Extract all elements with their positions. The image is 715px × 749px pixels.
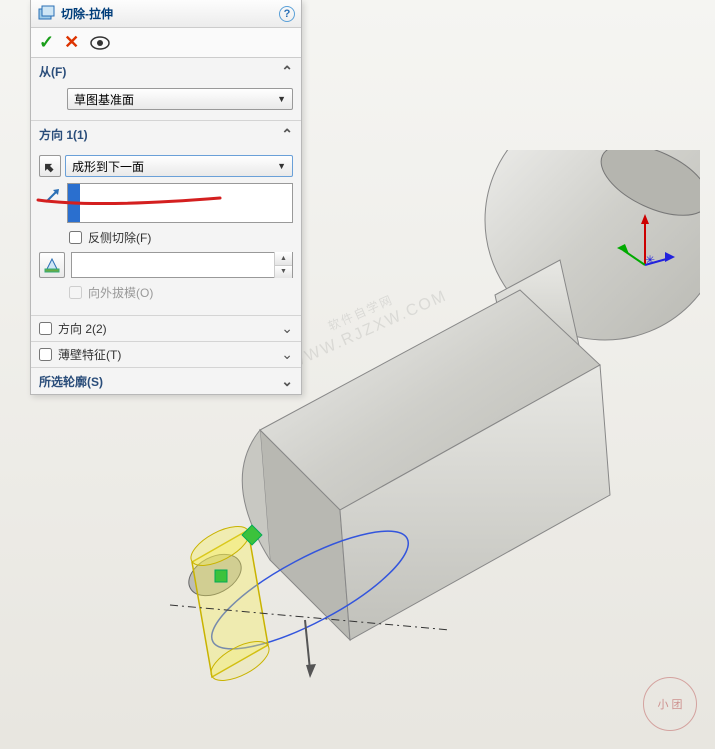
end-condition-value: 成形到下一面 — [72, 158, 144, 175]
draft-faces-input[interactable]: ▲ ▼ — [71, 252, 293, 278]
direction2-label: 方向 2(2) — [58, 320, 107, 337]
preview-toggle-icon[interactable] — [89, 35, 111, 51]
action-row: ✓ ✕ — [31, 28, 301, 58]
section-from: 从(F) ⌃ 草图基准面 ▼ — [31, 58, 301, 121]
direction-vector-icon — [43, 187, 61, 205]
spinner-up-icon[interactable]: ▲ — [275, 252, 292, 266]
thin-feature-label: 薄壁特征(T) — [58, 346, 121, 363]
draft-outward-label: 向外拔模(O) — [88, 284, 153, 301]
chevron-down-icon: ⌄ — [281, 320, 293, 337]
cancel-button[interactable]: ✕ — [64, 32, 79, 53]
from-plane-dropdown[interactable]: 草图基准面 ▼ — [67, 88, 293, 110]
section-selected-contours[interactable]: 所选轮廓(S) ⌄ — [31, 368, 301, 394]
chevron-down-icon: ⌄ — [281, 373, 293, 390]
reverse-direction-button[interactable] — [39, 155, 61, 177]
flip-side-label: 反侧切除(F) — [88, 229, 151, 246]
draft-outward-row: 向外拔模(O) — [69, 284, 293, 301]
direction2-checkbox[interactable] — [39, 322, 52, 335]
property-manager-panel: 切除-拉伸 ? ✓ ✕ 从(F) ⌃ 草图基准面 ▼ 方向 1(1) ⌃ — [30, 0, 302, 395]
draft-spinner[interactable]: ▲ ▼ — [274, 252, 292, 278]
draft-outward-checkbox — [69, 286, 82, 299]
section-from-label: 从(F) — [39, 63, 66, 80]
section-direction1-label: 方向 1(1) — [39, 126, 88, 143]
draft-icon[interactable] — [39, 252, 65, 278]
selected-contours-label: 所选轮廓(S) — [39, 373, 103, 390]
view-triad[interactable]: ✳ — [615, 210, 675, 270]
chevron-down-icon: ▼ — [277, 94, 286, 104]
chevron-down-icon: ⌄ — [281, 346, 293, 363]
flip-side-row[interactable]: 反侧切除(F) — [69, 229, 293, 246]
spinner-down-icon[interactable]: ▼ — [275, 266, 292, 279]
panel-title: 切除-拉伸 — [61, 5, 273, 22]
end-condition-dropdown[interactable]: 成形到下一面 ▼ — [65, 155, 293, 177]
corner-badge: 小 团 — [643, 677, 697, 731]
svg-text:✳: ✳ — [645, 253, 655, 267]
section-direction1: 方向 1(1) ⌃ 成形到下一面 ▼ — [31, 121, 301, 316]
chevron-up-icon: ⌃ — [281, 63, 293, 80]
section-direction2[interactable]: 方向 2(2) ⌄ — [31, 316, 301, 342]
chevron-down-icon: ▼ — [277, 161, 286, 171]
direction-reference-input[interactable] — [67, 183, 293, 223]
section-from-header[interactable]: 从(F) ⌃ — [31, 58, 301, 84]
thin-feature-checkbox[interactable] — [39, 348, 52, 361]
selection-highlight — [68, 184, 80, 222]
chevron-up-icon: ⌃ — [281, 126, 293, 143]
flip-side-checkbox[interactable] — [69, 231, 82, 244]
ok-button[interactable]: ✓ — [39, 32, 54, 53]
section-direction1-header[interactable]: 方向 1(1) ⌃ — [31, 121, 301, 147]
from-plane-value: 草图基准面 — [74, 91, 134, 108]
help-icon[interactable]: ? — [279, 6, 295, 22]
panel-header: 切除-拉伸 ? — [31, 0, 301, 28]
section-thin-feature[interactable]: 薄壁特征(T) ⌄ — [31, 342, 301, 368]
cut-extrude-icon — [37, 5, 55, 23]
